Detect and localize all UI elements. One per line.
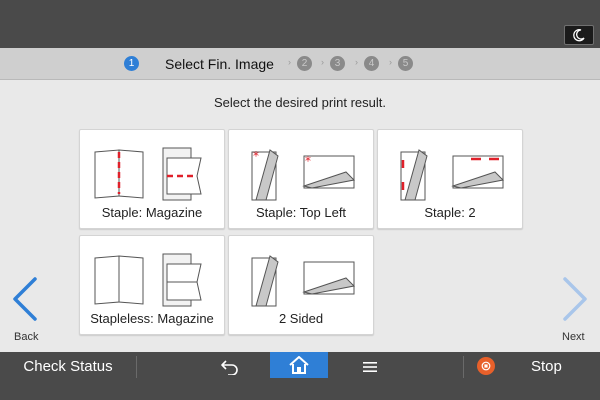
stapleless-magazine-icon	[94, 253, 202, 307]
next-arrow-button[interactable]	[558, 274, 594, 324]
step-chevron-icon: ›	[321, 57, 324, 67]
option-staple-2[interactable]: Staple: 2	[377, 129, 523, 229]
divider	[463, 356, 464, 378]
staple-2-icon	[400, 149, 505, 201]
step-number-3: 3	[330, 56, 345, 71]
instruction-text: Select the desired print result.	[214, 95, 386, 110]
back-arrow-button[interactable]	[6, 274, 42, 324]
stop-label: Stop	[531, 358, 562, 375]
step-chevron-icon: ›	[389, 57, 392, 67]
check-status-button[interactable]: Check Status	[0, 352, 136, 400]
option-stapleless-magazine[interactable]: Stapleless: Magazine	[79, 235, 225, 335]
chevron-left-icon	[13, 277, 37, 321]
back-label[interactable]: Back	[14, 331, 38, 343]
step-chevron-icon: ›	[355, 57, 358, 67]
bottom-bar: Check Status Stop	[0, 352, 600, 400]
step-number-2: 2	[297, 56, 312, 71]
step-number-4: 4	[364, 56, 379, 71]
option-label: Stapleless: Magazine	[90, 311, 214, 326]
menu-icon	[363, 362, 377, 372]
home-button[interactable]	[270, 352, 328, 378]
step-current-number: 1	[124, 56, 139, 71]
divider	[136, 356, 137, 378]
stop-icon	[477, 357, 495, 375]
option-label: Staple: Top Left	[255, 205, 347, 220]
two-sided-icon	[251, 255, 356, 307]
svg-text:*: *	[305, 154, 311, 168]
home-icon	[289, 356, 309, 374]
step-current-title: Select Fin. Image	[165, 56, 274, 72]
step-number-5: 5	[398, 56, 413, 71]
back-button[interactable]	[210, 352, 250, 382]
stop-button[interactable]: Stop	[465, 352, 600, 382]
top-bar	[0, 0, 600, 48]
moon-icon	[573, 29, 585, 42]
staple-top-left-icon: * *	[251, 149, 356, 201]
next-label[interactable]: Next	[562, 331, 585, 343]
option-staple-top-left[interactable]: * * Staple: Top Left	[228, 129, 374, 229]
energy-saver-button[interactable]	[564, 25, 594, 45]
option-label: 2 Sided	[278, 311, 324, 326]
option-label: Staple: 2	[424, 205, 476, 220]
menu-button[interactable]	[355, 352, 385, 382]
chevron-right-icon	[563, 277, 587, 321]
back-arrow-icon	[221, 360, 238, 375]
staple-magazine-icon	[94, 147, 202, 201]
option-2-sided[interactable]: 2 Sided	[228, 235, 374, 335]
svg-text:*: *	[253, 149, 259, 163]
step-chevron-icon: ›	[288, 57, 291, 67]
option-staple-magazine[interactable]: Staple: Magazine	[79, 129, 225, 229]
option-label: Staple: Magazine	[101, 205, 203, 220]
step-indicator: 1 Select Fin. Image › 2 › 3 › 4 › 5	[0, 48, 600, 80]
